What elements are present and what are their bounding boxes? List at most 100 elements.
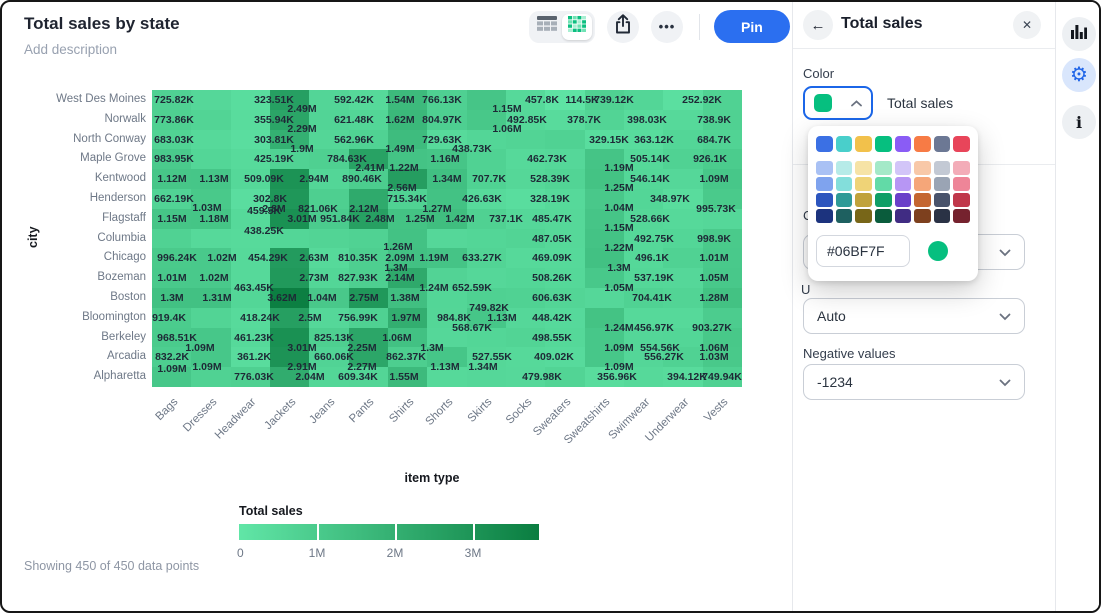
heatmap-value-label: 1.02M: [199, 272, 228, 284]
heatmap-value-label: 1.13M: [430, 361, 459, 373]
palette-swatch[interactable]: [836, 161, 853, 175]
palette-swatch[interactable]: [836, 209, 853, 223]
palette-swatch[interactable]: [895, 193, 912, 207]
palette-swatch[interactable]: [855, 209, 872, 223]
palette-swatch[interactable]: [953, 177, 970, 191]
palette-swatch[interactable]: [855, 193, 872, 207]
palette-swatch[interactable]: [855, 161, 872, 175]
palette-swatch[interactable]: [875, 209, 892, 223]
palette-swatch[interactable]: [895, 136, 912, 152]
heatmap-value-label: 715.34K: [387, 193, 427, 205]
palette-swatch[interactable]: [914, 177, 931, 191]
heatmap-value-label: 448.42K: [532, 312, 572, 324]
y-axis-label: West Des Moines: [20, 93, 146, 105]
palette-swatch[interactable]: [836, 193, 853, 207]
heatmap-cell[interactable]: [191, 130, 231, 150]
palette-swatch[interactable]: [875, 136, 892, 152]
heatmap-cell[interactable]: [309, 229, 349, 249]
heatmap-value-label: 1.12M: [157, 173, 186, 185]
palette-swatch[interactable]: [816, 161, 833, 175]
color-select-dropdown[interactable]: [803, 86, 873, 120]
heatmap-value-label: 1.54M: [385, 94, 414, 106]
panel-title: Total sales: [841, 15, 923, 33]
palette-swatch[interactable]: [914, 193, 931, 207]
heatmap-cell[interactable]: [545, 130, 585, 150]
palette-swatch[interactable]: [895, 177, 912, 191]
heatmap-value-label: 378.7K: [567, 114, 601, 126]
palette-swatch[interactable]: [934, 161, 951, 175]
palette-swatch[interactable]: [934, 209, 951, 223]
close-panel-button[interactable]: ✕: [1013, 11, 1041, 39]
color-legend: Total sales 01M2M3M: [239, 504, 539, 562]
palette-swatch[interactable]: [855, 136, 872, 152]
palette-swatch[interactable]: [934, 136, 951, 152]
unit-dropdown[interactable]: Auto: [803, 298, 1025, 334]
palette-swatch[interactable]: [816, 209, 833, 223]
palette-swatch[interactable]: [914, 136, 931, 152]
palette-swatch[interactable]: [914, 161, 931, 175]
panel-tab-strip: ⚙ i: [1055, 2, 1101, 613]
palette-swatch[interactable]: [875, 177, 892, 191]
heatmap-value-label: 2.48M: [365, 213, 394, 225]
back-button[interactable]: ←: [803, 10, 833, 40]
heatmap-cell[interactable]: [467, 229, 507, 249]
palette-swatch[interactable]: [934, 193, 951, 207]
heatmap-value-label: 919.4K: [152, 312, 186, 324]
heatmap-cell[interactable]: [191, 149, 231, 169]
palette-swatch[interactable]: [836, 177, 853, 191]
heatmap-value-label: 426.63K: [462, 193, 502, 205]
chart-type-tab[interactable]: [1062, 17, 1096, 51]
bar-chart-icon: [1071, 25, 1087, 44]
palette-swatch[interactable]: [875, 193, 892, 207]
heatmap-value-label: 951.84K: [320, 213, 360, 225]
info-tab[interactable]: i: [1062, 105, 1096, 139]
palette-swatch[interactable]: [953, 136, 970, 152]
negative-value: -1234: [817, 374, 853, 390]
palette-swatch[interactable]: [895, 161, 912, 175]
heatmap-value-label: 556.27K: [644, 351, 684, 363]
palette-swatch[interactable]: [895, 209, 912, 223]
y-axis-label: North Conway: [20, 133, 146, 145]
y-axis-label: Columbia: [20, 232, 146, 244]
heatmap-cell[interactable]: [191, 90, 231, 110]
settings-tab[interactable]: ⚙: [1062, 58, 1096, 92]
heatmap-value-label: 998.9K: [697, 233, 731, 245]
palette-swatch[interactable]: [816, 193, 833, 207]
heatmap-cell[interactable]: [152, 229, 192, 249]
palette-swatch[interactable]: [816, 136, 833, 152]
heatmap-cell[interactable]: [427, 229, 467, 249]
selected-color-swatch: [814, 94, 832, 112]
palette-swatch[interactable]: [934, 177, 951, 191]
heatmap-value-label: 2.75M: [349, 292, 378, 304]
heatmap-value-label: 2.5M: [298, 312, 321, 324]
heatmap-cell[interactable]: [191, 110, 231, 130]
palette-swatch[interactable]: [855, 177, 872, 191]
heatmap-value-label: 462.73K: [527, 153, 567, 165]
heatmap-value-label: 487.05K: [532, 233, 572, 245]
legend-tick-line: [395, 524, 397, 540]
palette-swatch[interactable]: [953, 209, 970, 223]
chevron-up-icon: [851, 94, 862, 112]
palette-swatch[interactable]: [836, 136, 853, 152]
heatmap-value-label: 1.05M: [604, 282, 633, 294]
heatmap-value-label: 996.24K: [157, 252, 197, 264]
palette-swatch[interactable]: [875, 161, 892, 175]
negative-values-dropdown[interactable]: -1234: [803, 364, 1025, 400]
palette-swatch[interactable]: [816, 177, 833, 191]
heatmap-cell[interactable]: [191, 229, 231, 249]
heatmap-value-label: 776.03K: [234, 371, 274, 383]
palette-swatch[interactable]: [914, 209, 931, 223]
hex-color-input[interactable]: [816, 235, 910, 267]
heatmap-value-label: 3.01M: [287, 342, 316, 354]
heatmap-value-label: 418.24K: [240, 312, 280, 324]
heatmap-value-label: 328.19K: [530, 193, 570, 205]
palette-swatch[interactable]: [953, 161, 970, 175]
heatmap-cell[interactable]: [663, 248, 703, 268]
heatmap-value-label: 1.24M: [419, 282, 448, 294]
y-axis-label: Maple Grove: [20, 152, 146, 164]
heatmap-cell[interactable]: [191, 308, 231, 328]
palette-swatch[interactable]: [953, 193, 970, 207]
heatmap-value-label: 1.18M: [199, 213, 228, 225]
heatmap-value-label: 457.8K: [525, 94, 559, 106]
heatmap-value-label: 1.04M: [307, 292, 336, 304]
